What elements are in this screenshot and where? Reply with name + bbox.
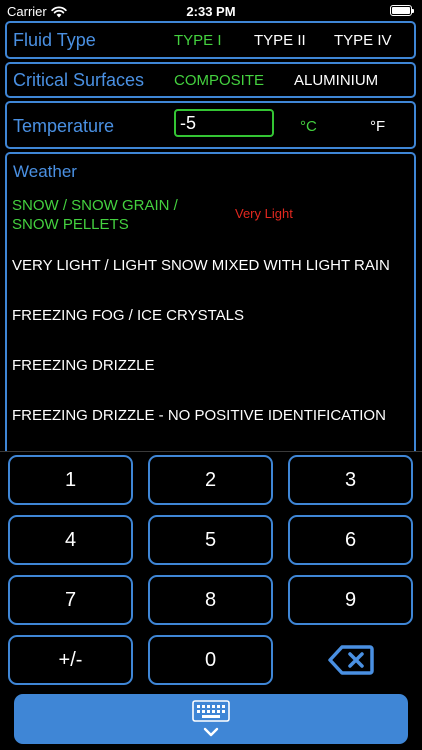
dismiss-keyboard-button[interactable] xyxy=(14,694,408,744)
battery-icon xyxy=(390,5,414,16)
fluid-type-title: Fluid Type xyxy=(13,30,96,50)
key-5[interactable]: 5 xyxy=(148,515,273,565)
key-0[interactable]: 0 xyxy=(148,635,273,685)
key-1[interactable]: 1 xyxy=(8,455,133,505)
chevron-down-icon xyxy=(203,727,219,737)
weather-item-freezing-drizzle-no-id[interactable]: FREEZING DRIZZLE - NO POSITIVE IDENTIFIC… xyxy=(12,406,386,425)
fluid-type-option-type-ii[interactable]: TYPE II xyxy=(254,32,306,49)
key-9[interactable]: 9 xyxy=(288,575,413,625)
fluid-type-panel: Fluid Type TYPE I TYPE II TYPE IV xyxy=(5,21,416,59)
weather-item-light-snow-rain[interactable]: VERY LIGHT / LIGHT SNOW MIXED WITH LIGHT… xyxy=(12,256,390,275)
unit-option-celsius[interactable]: °C xyxy=(300,118,317,135)
keyboard-icon xyxy=(192,700,230,722)
weather-item-freezing-fog[interactable]: FREEZING FOG / ICE CRYSTALS xyxy=(12,306,244,325)
surface-option-composite[interactable]: COMPOSITE xyxy=(174,72,264,89)
key-7[interactable]: 7 xyxy=(8,575,133,625)
weather-item-snow[interactable]: SNOW / SNOW GRAIN / SNOW PELLETS xyxy=(12,196,202,234)
key-3[interactable]: 3 xyxy=(288,455,413,505)
weather-item-freezing-drizzle[interactable]: FREEZING DRIZZLE xyxy=(12,356,155,375)
fluid-type-option-type-iv[interactable]: TYPE IV xyxy=(334,32,392,49)
temperature-input[interactable] xyxy=(174,109,274,137)
fluid-type-option-type-i[interactable]: TYPE I xyxy=(174,32,222,49)
unit-option-fahrenheit[interactable]: °F xyxy=(370,118,385,135)
weather-panel: Weather SNOW / SNOW GRAIN / SNOW PELLETS… xyxy=(5,152,416,462)
surface-option-aluminium[interactable]: ALUMINIUM xyxy=(294,72,378,89)
critical-surfaces-panel: Critical Surfaces COMPOSITE ALUMINIUM xyxy=(5,62,416,98)
status-time: 2:33 PM xyxy=(186,4,236,19)
backspace-button[interactable] xyxy=(288,635,413,685)
backspace-icon xyxy=(327,645,374,675)
temperature-title: Temperature xyxy=(13,116,115,136)
weather-title: Weather xyxy=(13,162,77,181)
key-4[interactable]: 4 xyxy=(8,515,133,565)
key-8[interactable]: 8 xyxy=(148,575,273,625)
critical-surfaces-title: Critical Surfaces xyxy=(13,70,145,90)
temperature-panel: Temperature °C °F xyxy=(5,101,416,149)
status-bar: Carrier 2:33 PM xyxy=(0,0,422,22)
key-6[interactable]: 6 xyxy=(288,515,413,565)
key-plus-minus[interactable]: +/- xyxy=(8,635,133,685)
weather-intensity-label[interactable]: Very Light xyxy=(235,206,293,221)
keypad-divider xyxy=(0,451,422,452)
key-2[interactable]: 2 xyxy=(148,455,273,505)
